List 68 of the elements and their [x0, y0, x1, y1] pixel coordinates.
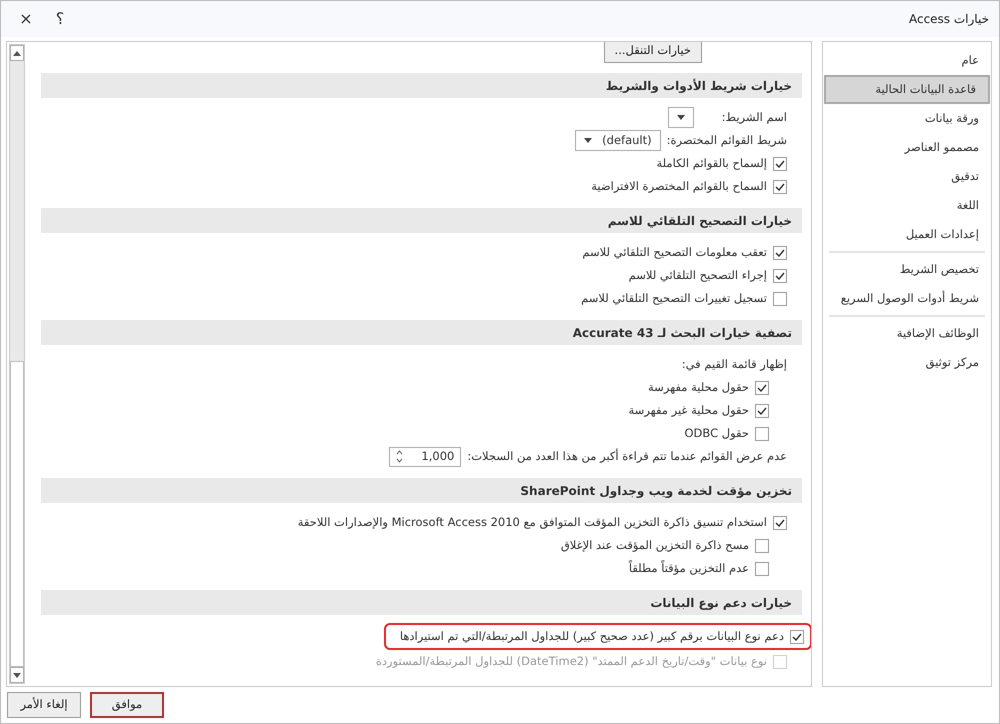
sidebar-item[interactable]: مصممو العناصر: [823, 133, 991, 162]
sidebar-item[interactable]: تخصيص الشريط: [829, 255, 985, 284]
scroll-up-icon[interactable]: [13, 50, 21, 56]
checkbox[interactable]: [790, 630, 804, 644]
cancel-button[interactable]: إلغاء الأمر: [7, 692, 81, 718]
window-title: خيارات Access: [908, 11, 989, 28]
section-header: تصفية خيارات البحث لـ Accurate 43: [41, 320, 802, 345]
sidebar-item[interactable]: عام: [823, 46, 991, 75]
scroll-down-icon[interactable]: [13, 672, 21, 678]
check-icon: [775, 160, 785, 168]
sidebar-item[interactable]: شريط أدوات الوصول السريع: [829, 284, 985, 313]
checkbox-label: عدم التخزين مؤقتاً مطلقاً: [628, 560, 749, 577]
checkbox[interactable]: [755, 426, 769, 440]
checkbox-label: تسجيل تغييرات التصحيح التلقائي للاسم: [581, 290, 767, 307]
sidebar-item[interactable]: قاعدة البيانات الحالية: [824, 75, 990, 104]
checkbox-label: دعم نوع البيانات برقم كبير (عدد صحيح كبير) للجداول المرتبطة/التي تم استيرادها: [400, 628, 784, 645]
sidebar-item[interactable]: اللغة: [823, 191, 991, 220]
close-button[interactable]: ×: [9, 11, 43, 27]
number-field[interactable]: 1,000: [389, 446, 462, 466]
checkbox[interactable]: [773, 180, 787, 194]
section-header: خيارات دعم نوع البيانات: [41, 590, 802, 615]
checkbox-label: تعقب معلومات التصحيح التلقائي للاسم: [582, 244, 767, 261]
checkbox-label: حقول محلية مفهرسة: [648, 378, 749, 396]
checkbox-label: حقول محلية غير مفهرسة: [628, 402, 749, 419]
checkbox-label: استخدام تنسيق ذاكرة التخزين المؤقت المتوافق مع Microsoft Access 2010 والإصدارات اللاحقة: [298, 514, 767, 531]
checkbox[interactable]: [755, 380, 769, 394]
help-button[interactable]: ؟: [43, 11, 77, 27]
caret-icon: [584, 138, 592, 143]
check-icon: [792, 632, 802, 640]
check-icon: [775, 182, 785, 190]
section-header: خيارات شريط الأدوات والشريط: [41, 73, 802, 98]
checkbox-label: حقول ODBC: [684, 424, 749, 442]
ok-button[interactable]: موافق: [90, 692, 164, 718]
checkbox[interactable]: [755, 538, 769, 552]
checkbox-label: إلسماح بالقوائم الكاملة: [656, 154, 767, 172]
checkbox[interactable]: [773, 156, 787, 170]
checkbox-label: السماح بالقوائم المختصرة الافتراضية: [591, 178, 767, 195]
dropdown[interactable]: (default): [575, 130, 661, 151]
scrollbar[interactable]: [9, 44, 25, 684]
sidebar-item[interactable]: الوظائف الإضافية: [829, 319, 985, 348]
check-icon: [757, 384, 767, 392]
check-icon: [775, 248, 785, 256]
checkbox[interactable]: [773, 516, 787, 530]
section-header: خيارات التصحيح التلقائي للاسم: [41, 208, 802, 233]
field-label: شريط القوائم المختصرة:: [666, 132, 787, 149]
caret-icon: [677, 115, 685, 120]
group-label: إظهار قائمة القيم في:: [682, 356, 787, 373]
check-icon: [775, 518, 785, 526]
check-icon: [757, 406, 767, 414]
navigation-options-button[interactable]: خيارات التنقل...: [604, 42, 702, 63]
check-icon: [775, 272, 785, 280]
sidebar-item[interactable]: تدقيق: [823, 162, 991, 191]
field-label: عدم عرض القوائم عندما تتم قراءة أكبر من هذا العدد من السجلات:: [467, 448, 787, 465]
checkbox-label: نوع بيانات "وقت/تاريخ الدعم الممتد" (DateTime2) للجداول المرتبطة/المستوردة: [376, 652, 767, 670]
checkbox[interactable]: [755, 562, 769, 576]
sidebar-item[interactable]: ورقة بيانات: [823, 104, 991, 133]
sidebar-item[interactable]: إعدادات العميل: [823, 220, 991, 249]
sidebar-item[interactable]: مركز توثيق: [829, 348, 985, 377]
field-label: اسم الشريط:: [720, 108, 787, 126]
dropdown[interactable]: [668, 107, 694, 128]
spinner-arrows-icon[interactable]: [396, 450, 404, 463]
checkbox-label: مسح ذاكرة التخزين المؤقت عند الإغلاق: [560, 536, 749, 554]
section-header: تخزين مؤقت لخدمة ويب وجداول SharePoint: [41, 478, 802, 503]
checkbox[interactable]: [773, 246, 787, 260]
checkbox[interactable]: [755, 404, 769, 418]
checkbox[interactable]: [773, 268, 787, 282]
checkbox[interactable]: [773, 292, 787, 306]
checkbox-label: إجراء التصحيح التلقائي للاسم: [628, 266, 767, 284]
